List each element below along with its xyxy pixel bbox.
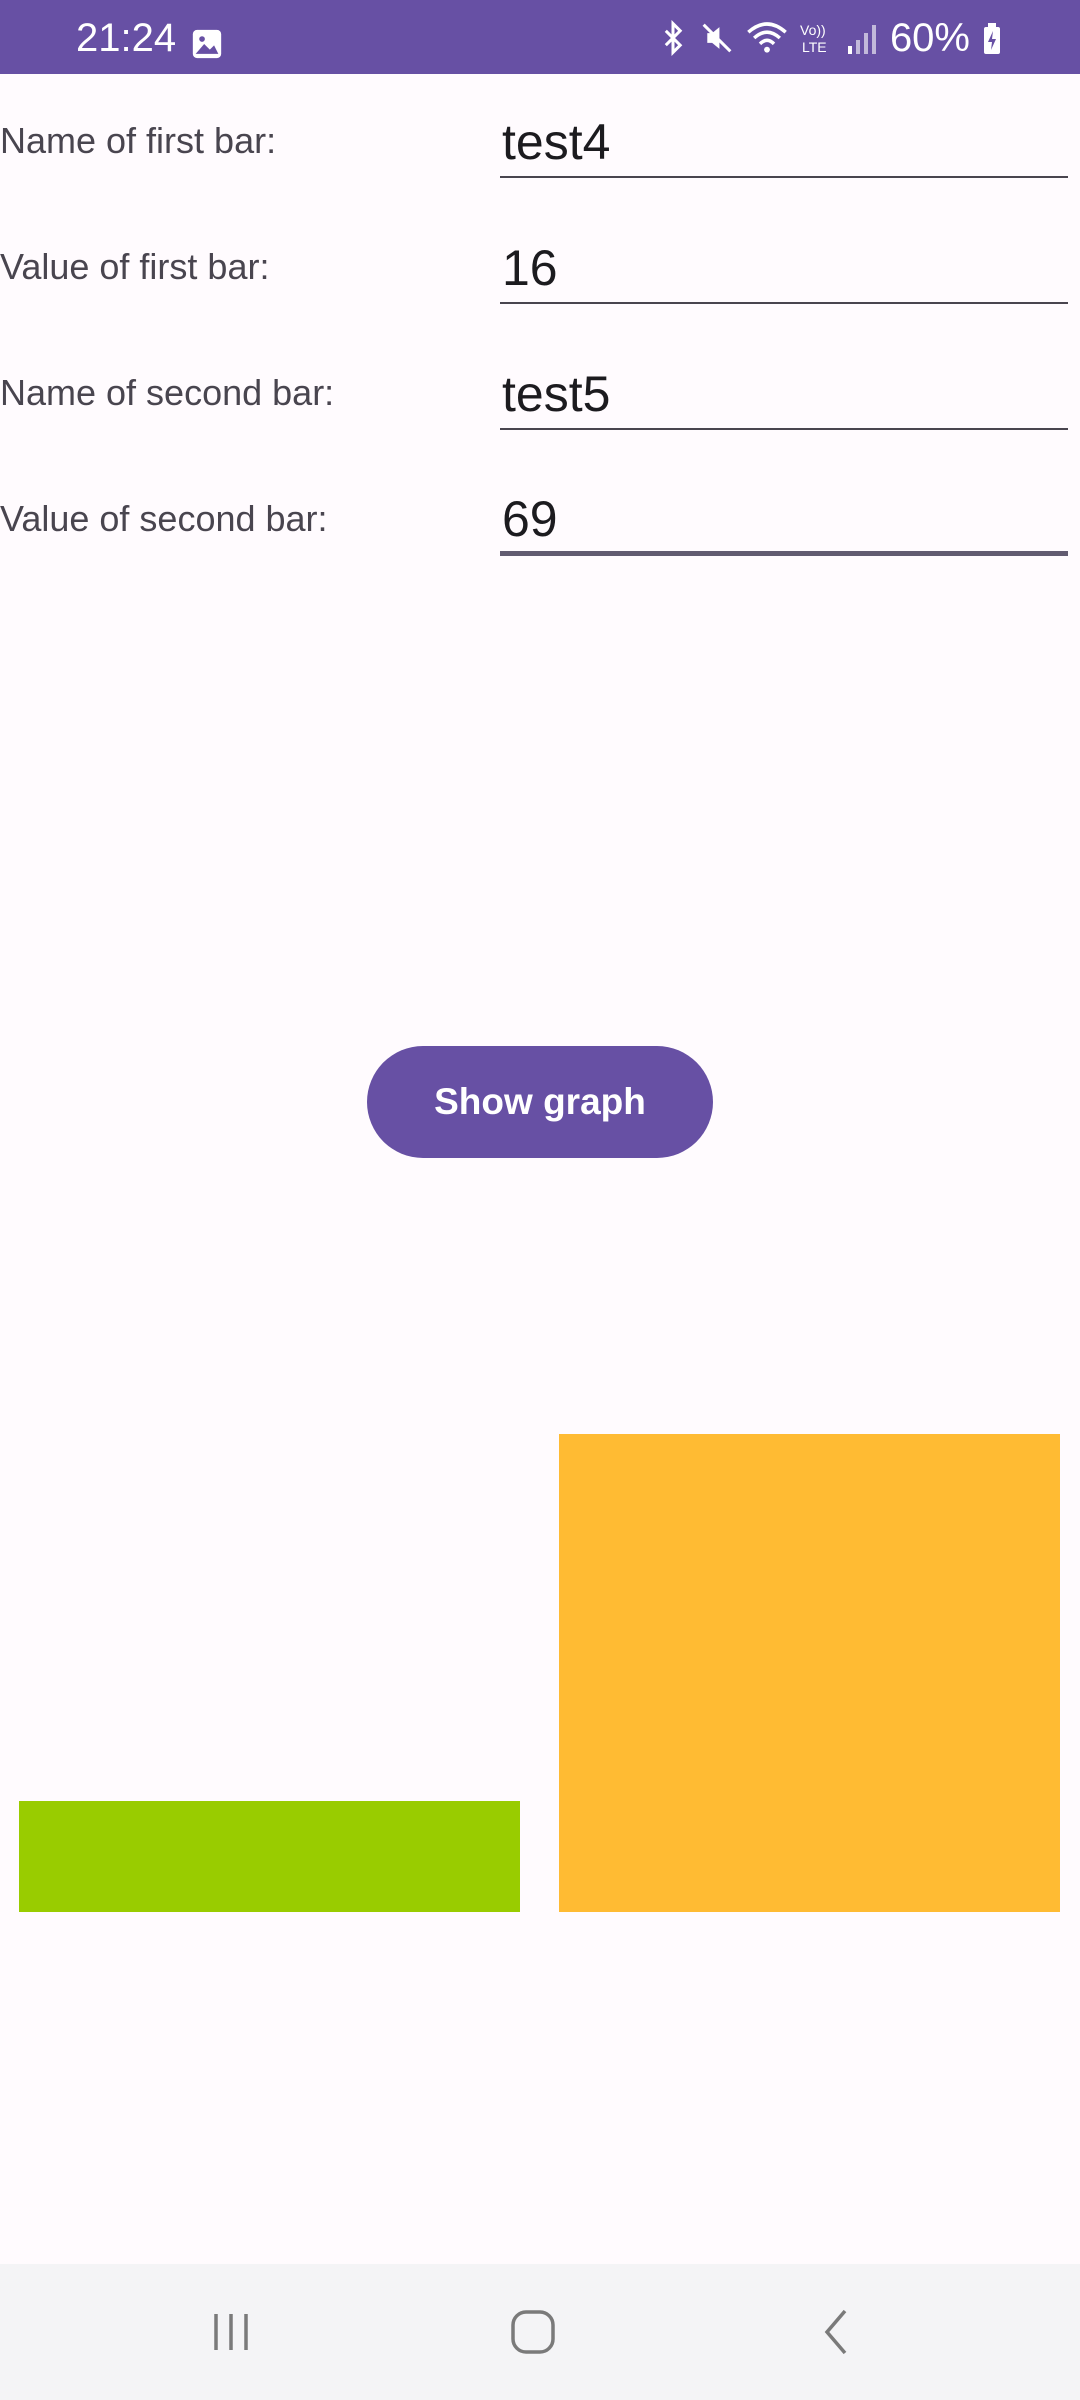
show-graph-button[interactable]: Show graph (367, 1046, 713, 1158)
bar-graph (0, 1400, 1080, 1920)
bluetooth-icon (664, 20, 683, 56)
recents-button[interactable] (196, 2302, 266, 2362)
recents-icon (214, 2314, 248, 2350)
second-bar-value-input[interactable] (500, 486, 1068, 556)
first-bar-name-label: Name of first bar: (0, 120, 277, 161)
volte-text-top: Vo)) (800, 22, 826, 38)
bar-first (19, 1801, 520, 1912)
volte-icon: Vo)) LTE (800, 22, 827, 55)
wifi-icon (747, 22, 787, 53)
gallery-icon (192, 29, 222, 59)
first-bar-value-label: Value of first bar: (0, 246, 270, 287)
home-button[interactable] (498, 2302, 568, 2362)
bar-second (559, 1434, 1060, 1912)
signal-icon (847, 25, 876, 54)
battery-charging-icon (984, 23, 1000, 54)
status-bar: 21:24 Vo)) LTE 60% (0, 0, 1080, 74)
second-bar-name-input[interactable] (500, 360, 1068, 430)
first-bar-name-input[interactable] (500, 108, 1068, 178)
status-time: 21:24 (76, 16, 177, 60)
back-button[interactable] (802, 2302, 872, 2362)
second-bar-name-label: Name of second bar: (0, 372, 335, 413)
second-bar-value-label: Value of second bar: (0, 498, 328, 539)
back-icon (824, 2309, 847, 2355)
navigation-bar (0, 2264, 1080, 2400)
mute-icon (702, 23, 732, 53)
volte-text-bottom: LTE (802, 39, 827, 55)
status-icons: Vo)) LTE 60% (658, 18, 1002, 58)
battery-percentage: 60% (889, 16, 970, 60)
first-bar-value-input[interactable] (500, 234, 1068, 304)
home-icon (511, 2310, 555, 2354)
